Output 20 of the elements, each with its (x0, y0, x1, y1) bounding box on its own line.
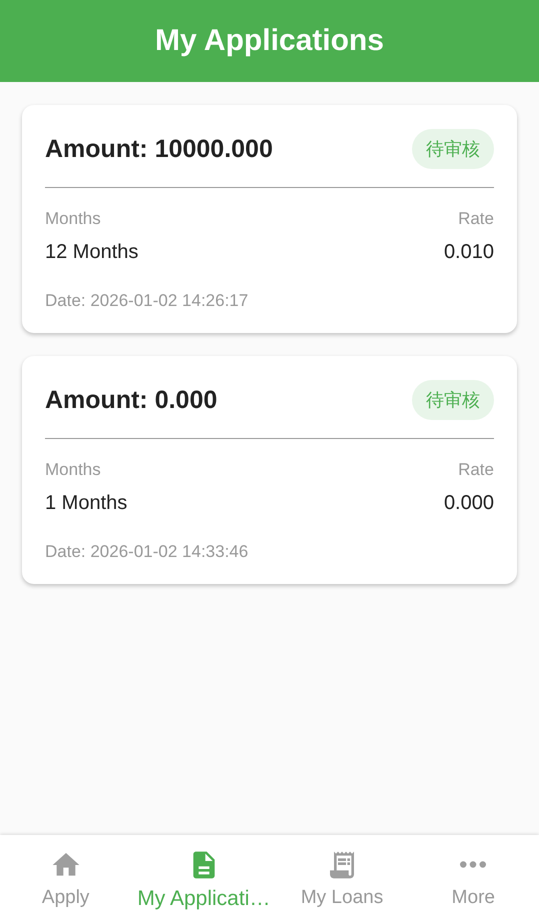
more-icon (460, 861, 486, 868)
date-text: Date: 2026-01-02 14:33:46 (45, 542, 250, 562)
rate-value: 0.000 (444, 492, 494, 515)
months-value: 1 Months (45, 492, 128, 515)
nav-tab[interactable]: My Applicati… (131, 835, 276, 921)
date-text: Date: 2026-01-02 14:26:17 (45, 291, 250, 311)
amount-text: Amount: 0.000 (45, 386, 218, 414)
nav-tab[interactable]: Apply (0, 835, 132, 921)
months-value: 12 Months (45, 241, 138, 264)
rate-label: Rate (458, 460, 494, 480)
amount-text: Amount: 10000.000 (45, 134, 273, 164)
status-badge: 待审核 (412, 129, 494, 169)
nav-tab[interactable]: My Loans (276, 835, 408, 921)
months-label: Months (45, 209, 101, 229)
rate-value: 0.010 (444, 241, 494, 264)
app-bar-title: My Applications (155, 24, 384, 58)
months-label: Months (45, 460, 101, 480)
rate-label: Rate (458, 209, 494, 229)
nav-tab[interactable]: More (408, 835, 539, 921)
status-badge: 待审核 (412, 380, 494, 420)
